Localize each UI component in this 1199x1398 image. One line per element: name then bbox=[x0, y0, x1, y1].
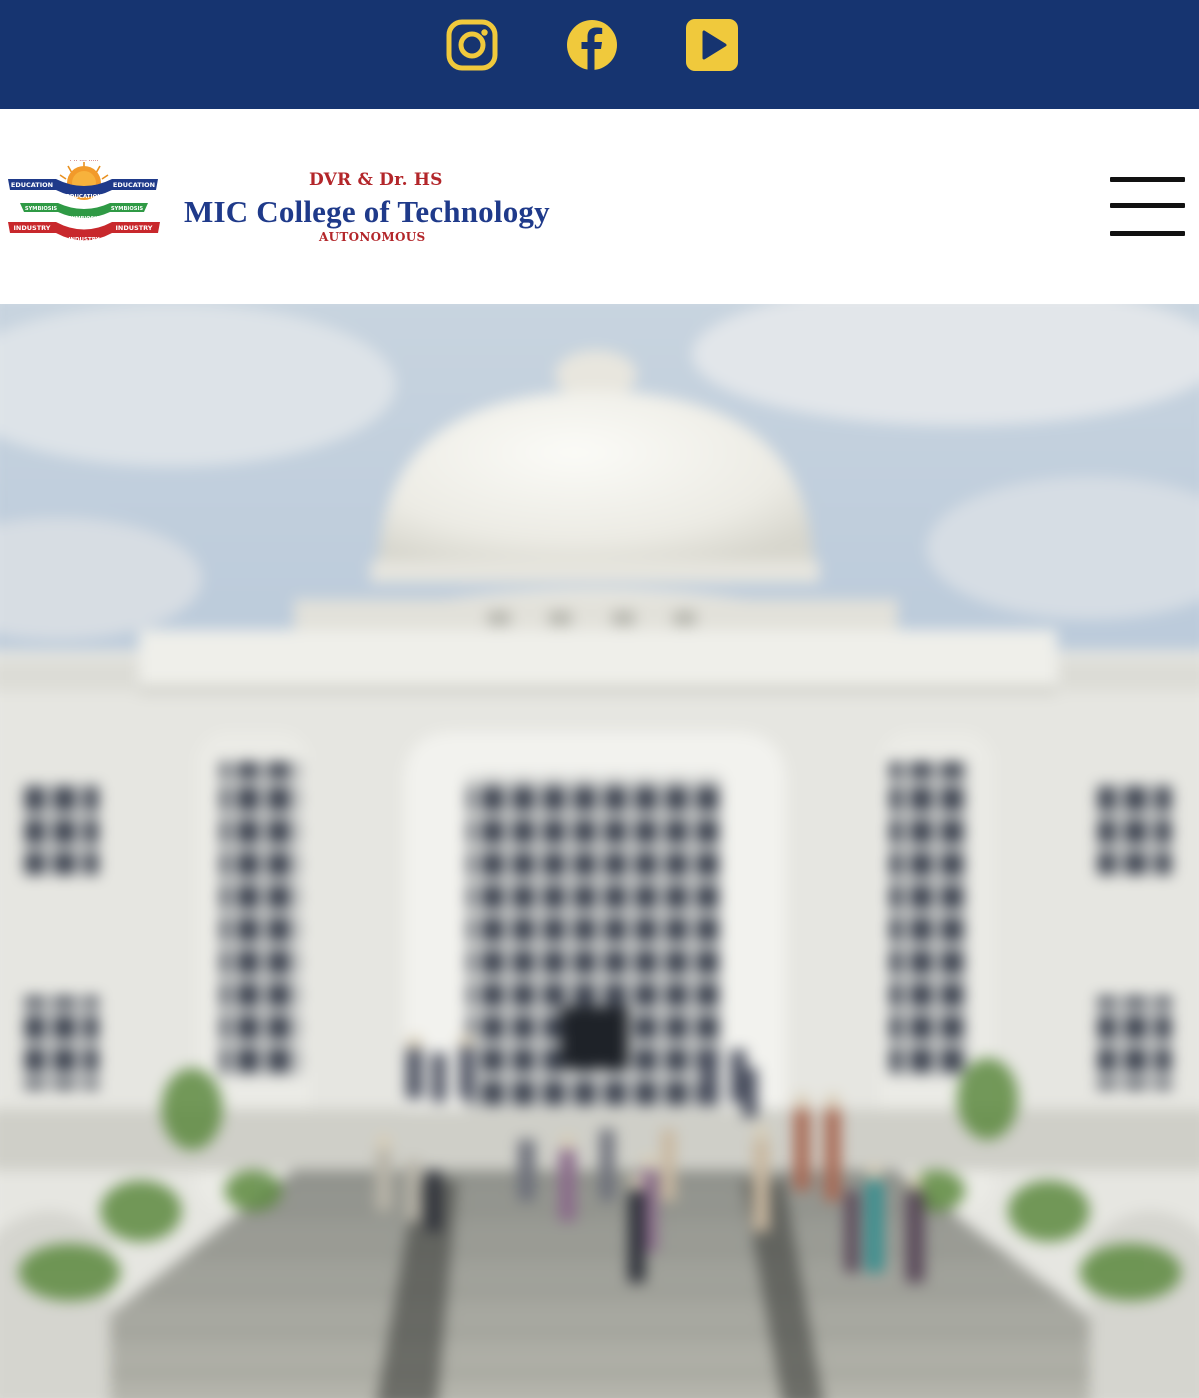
hamburger-menu-icon[interactable] bbox=[1108, 175, 1186, 239]
college-building-photo bbox=[0, 304, 1199, 1398]
logo-text-education-right: EDUCATION bbox=[113, 181, 155, 189]
college-prefix: DVR & Dr. HS bbox=[309, 170, 443, 190]
logo-text-industry-right: INDUSTRY bbox=[115, 224, 152, 232]
hamburger-bar bbox=[1110, 203, 1185, 208]
youtube-icon[interactable] bbox=[685, 18, 739, 72]
facebook-icon[interactable] bbox=[565, 18, 619, 72]
logo-text-education-left: EDUCATION bbox=[11, 181, 53, 189]
logo-text-education-center: EDUCATION bbox=[66, 194, 102, 200]
college-logo-emblem[interactable]: · ·· ···· ····· EDUCATION EDUCATION EDUC… bbox=[6, 153, 162, 259]
instagram-icon[interactable] bbox=[445, 18, 499, 72]
hamburger-bar bbox=[1110, 231, 1185, 236]
logo-text-symbiosis-right: SYMBIOSIS bbox=[111, 206, 144, 212]
logo-text-symbiosis-center: SYMBIOSIS bbox=[68, 216, 100, 222]
college-name-block[interactable]: DVR & Dr. HS MIC College of Technology A… bbox=[180, 167, 590, 257]
logo-text-industry-center: INDUSTRY bbox=[68, 237, 100, 243]
hamburger-bar bbox=[1110, 177, 1185, 182]
site-header: · ·· ···· ····· EDUCATION EDUCATION EDUC… bbox=[0, 109, 1199, 304]
social-bar bbox=[0, 0, 1199, 109]
college-title: MIC College of Technology bbox=[184, 194, 550, 229]
college-subtitle: AUTONOMOUS bbox=[319, 230, 426, 244]
logo-text-symbiosis-left: SYMBIOSIS bbox=[25, 206, 58, 212]
logo-text-industry-left: INDUSTRY bbox=[13, 224, 50, 232]
hero-image bbox=[0, 304, 1199, 1398]
